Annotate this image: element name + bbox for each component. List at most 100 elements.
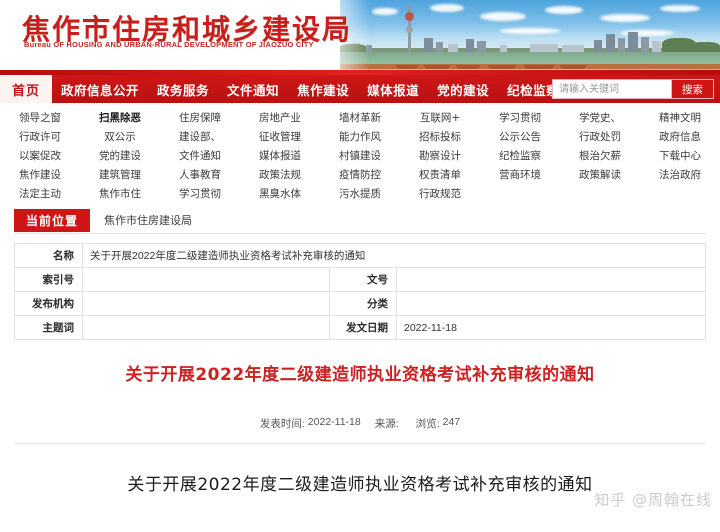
nav-item-jiaozuo-construction[interactable]: 焦作建设 [288,75,358,103]
table-value-category [397,292,705,315]
mega-menu-link[interactable]: 党的建设 [99,147,141,166]
table-row: 索引号 文号 [15,268,705,292]
table-row: 主题词 发文日期 2022-11-18 [15,316,705,340]
mega-menu-link[interactable]: 互联网+ [420,109,460,128]
mega-menu-link[interactable]: 根治欠薪 [579,147,621,166]
nav-item-media-reports[interactable]: 媒体报道 [358,75,428,103]
building-shape [618,38,625,52]
mega-menu-link[interactable]: 政府信息 [659,128,701,147]
meta-views-label: 浏览: [415,418,440,430]
mega-menu-column-6: 互联网+ 招标投标 勘察设计 权责清单 行政规范 [400,109,480,203]
dragon-boat-shape [424,65,450,69]
building-shape [641,37,649,52]
meta-publish-label: 发表时间: [259,418,305,430]
mega-menu-link[interactable]: 行政规范 [419,185,461,204]
dragon-boat-shape [488,65,516,69]
mega-menu-link[interactable]: 文件通知 [179,147,221,166]
building-shape [466,39,474,52]
cloud-shape [430,4,464,12]
mega-menu-link[interactable]: 建设部、 [179,128,221,147]
mega-menu-link[interactable]: 人事教育 [179,166,221,185]
mega-menu-column-5: 墙材革新 能力作风 村镇建设 疫情防控 污水提质 [320,109,400,203]
nav-item-government-services[interactable]: 政务服务 [148,75,218,103]
search-button[interactable]: 搜索 [671,80,713,98]
mega-menu-link[interactable]: 焦作市住 [99,185,141,204]
mega-menu-link[interactable]: 精神文明 [659,109,701,128]
nav-item-party-building[interactable]: 党的建设 [428,75,498,103]
table-label-subject-terms: 主题词 [15,316,83,339]
table-label-index-number: 索引号 [15,268,83,291]
building-shape [594,40,602,52]
mega-menu-link[interactable]: 行政许可 [19,128,61,147]
breadcrumb-divider [14,233,706,234]
table-value-subject-terms [83,316,329,339]
building-shape [562,45,584,52]
meta-source-label: 来源: [374,418,399,430]
mega-menu-link[interactable]: 学党史、 [579,109,621,128]
table-row: 名称 关于开展2022年度二级建造师执业资格考试补充审核的通知 [15,244,705,268]
table-value-name: 关于开展2022年度二级建造师执业资格考试补充审核的通知 [83,244,705,267]
nav-item-documents-notices[interactable]: 文件通知 [218,75,288,103]
mega-menu-link[interactable]: 勘察设计 [419,147,461,166]
article-meta-row: 发表时间: 2022-11-18 来源: 浏览: 247 [14,416,706,431]
mega-menu-link[interactable]: 墙材革新 [339,109,381,128]
search-box: 搜索 [552,79,714,99]
mega-menu-link[interactable]: 以案促改 [19,147,61,166]
cloud-shape [600,14,650,22]
mega-menu-link[interactable]: 住房保障 [179,109,221,128]
nav-item-home[interactable]: 首页 [0,75,53,103]
mega-menu-link[interactable]: 建筑管理 [99,166,141,185]
table-label-issuing-agency: 发布机构 [15,292,83,315]
meta-publish-value: 2022-11-18 [307,416,361,428]
mega-menu-link[interactable]: 政策法规 [259,166,301,185]
mega-menu-link[interactable]: 村镇建设 [339,147,381,166]
mega-menu-link[interactable]: 能力作风 [339,128,381,147]
mega-menu-link[interactable]: 焦作建设 [19,166,61,185]
mega-menu-column-9: 精神文明 政府信息 下载中心 法治政府 [640,109,720,203]
mega-menu-link[interactable]: 权责清单 [419,166,461,185]
mega-menu-link[interactable]: 领导之窗 [19,109,61,128]
mega-menu-link[interactable]: 媒体报道 [259,147,301,166]
mega-menu-link[interactable]: 法治政府 [659,166,701,185]
site-title-en: Bureau OF HOUSING AND URBAN-RURAL DEVELO… [24,40,314,49]
breadcrumb-tag: 当前位置 [14,208,91,232]
search-input[interactable] [553,80,671,98]
table-value-doc-number [397,268,705,291]
meta-views-value: 247 [442,416,461,428]
building-shape [424,38,433,52]
mega-menu-link[interactable]: 征收管理 [259,128,301,147]
dragon-boat-shape [560,65,586,69]
mega-menu-link[interactable]: 双公示 [104,128,136,147]
nav-item-government-info[interactable]: 政府信息公开 [52,75,148,103]
mega-menu-link[interactable]: 污水提质 [339,185,381,204]
building-shape [500,45,507,52]
cloud-shape [372,8,398,15]
dragon-boat-shape [456,65,480,69]
mega-menu-link[interactable]: 招标投标 [419,128,461,147]
article-body-title: 关于开展2022年度二级建造师执业资格考试补充审核的通知 [127,475,593,495]
mega-menu-link[interactable]: 学习贯彻 [499,109,541,128]
hillside-shape [690,42,720,52]
mega-menu-link[interactable]: 行政处罚 [579,128,621,147]
mega-menu-link[interactable]: 政策解读 [579,166,621,185]
mega-menu-link[interactable]: 纪检监察 [499,147,541,166]
mega-menu-link[interactable]: 法定主动 [19,185,61,204]
mega-menu-link[interactable]: 学习贯彻 [179,185,221,204]
mega-menu-link[interactable]: 营商环境 [499,166,541,185]
table-label-category: 分类 [329,292,397,315]
mega-menu-link[interactable]: 下载中心 [659,147,701,166]
mega-menu-grid: 领导之窗 行政许可 以案促改 焦作建设 法定主动 扫黑除恶 双公示 党的建设 建… [0,103,720,203]
mega-menu-link[interactable]: 房地产业 [259,109,301,128]
table-value-issuing-agency [83,292,329,315]
breadcrumb-path-link[interactable]: 焦作市住房建设局 [104,212,192,228]
building-shape [448,44,458,52]
mega-menu-link[interactable]: 公示公告 [499,128,541,147]
cloud-shape [480,12,526,21]
meta-views: 浏览: 247 [416,416,460,431]
mega-menu-link[interactable]: 扫黑除恶 [99,109,141,128]
meta-publish-time: 发表时间: 2022-11-18 [260,416,361,431]
document-info-table: 名称 关于开展2022年度二级建造师执业资格考试补充审核的通知 索引号 文号 发… [14,243,706,340]
mega-menu-link[interactable]: 黑臭水体 [259,185,301,204]
mega-menu-link[interactable]: 疫情防控 [339,166,381,185]
mega-menu-column-1: 领导之窗 行政许可 以案促改 焦作建设 法定主动 [0,109,80,203]
